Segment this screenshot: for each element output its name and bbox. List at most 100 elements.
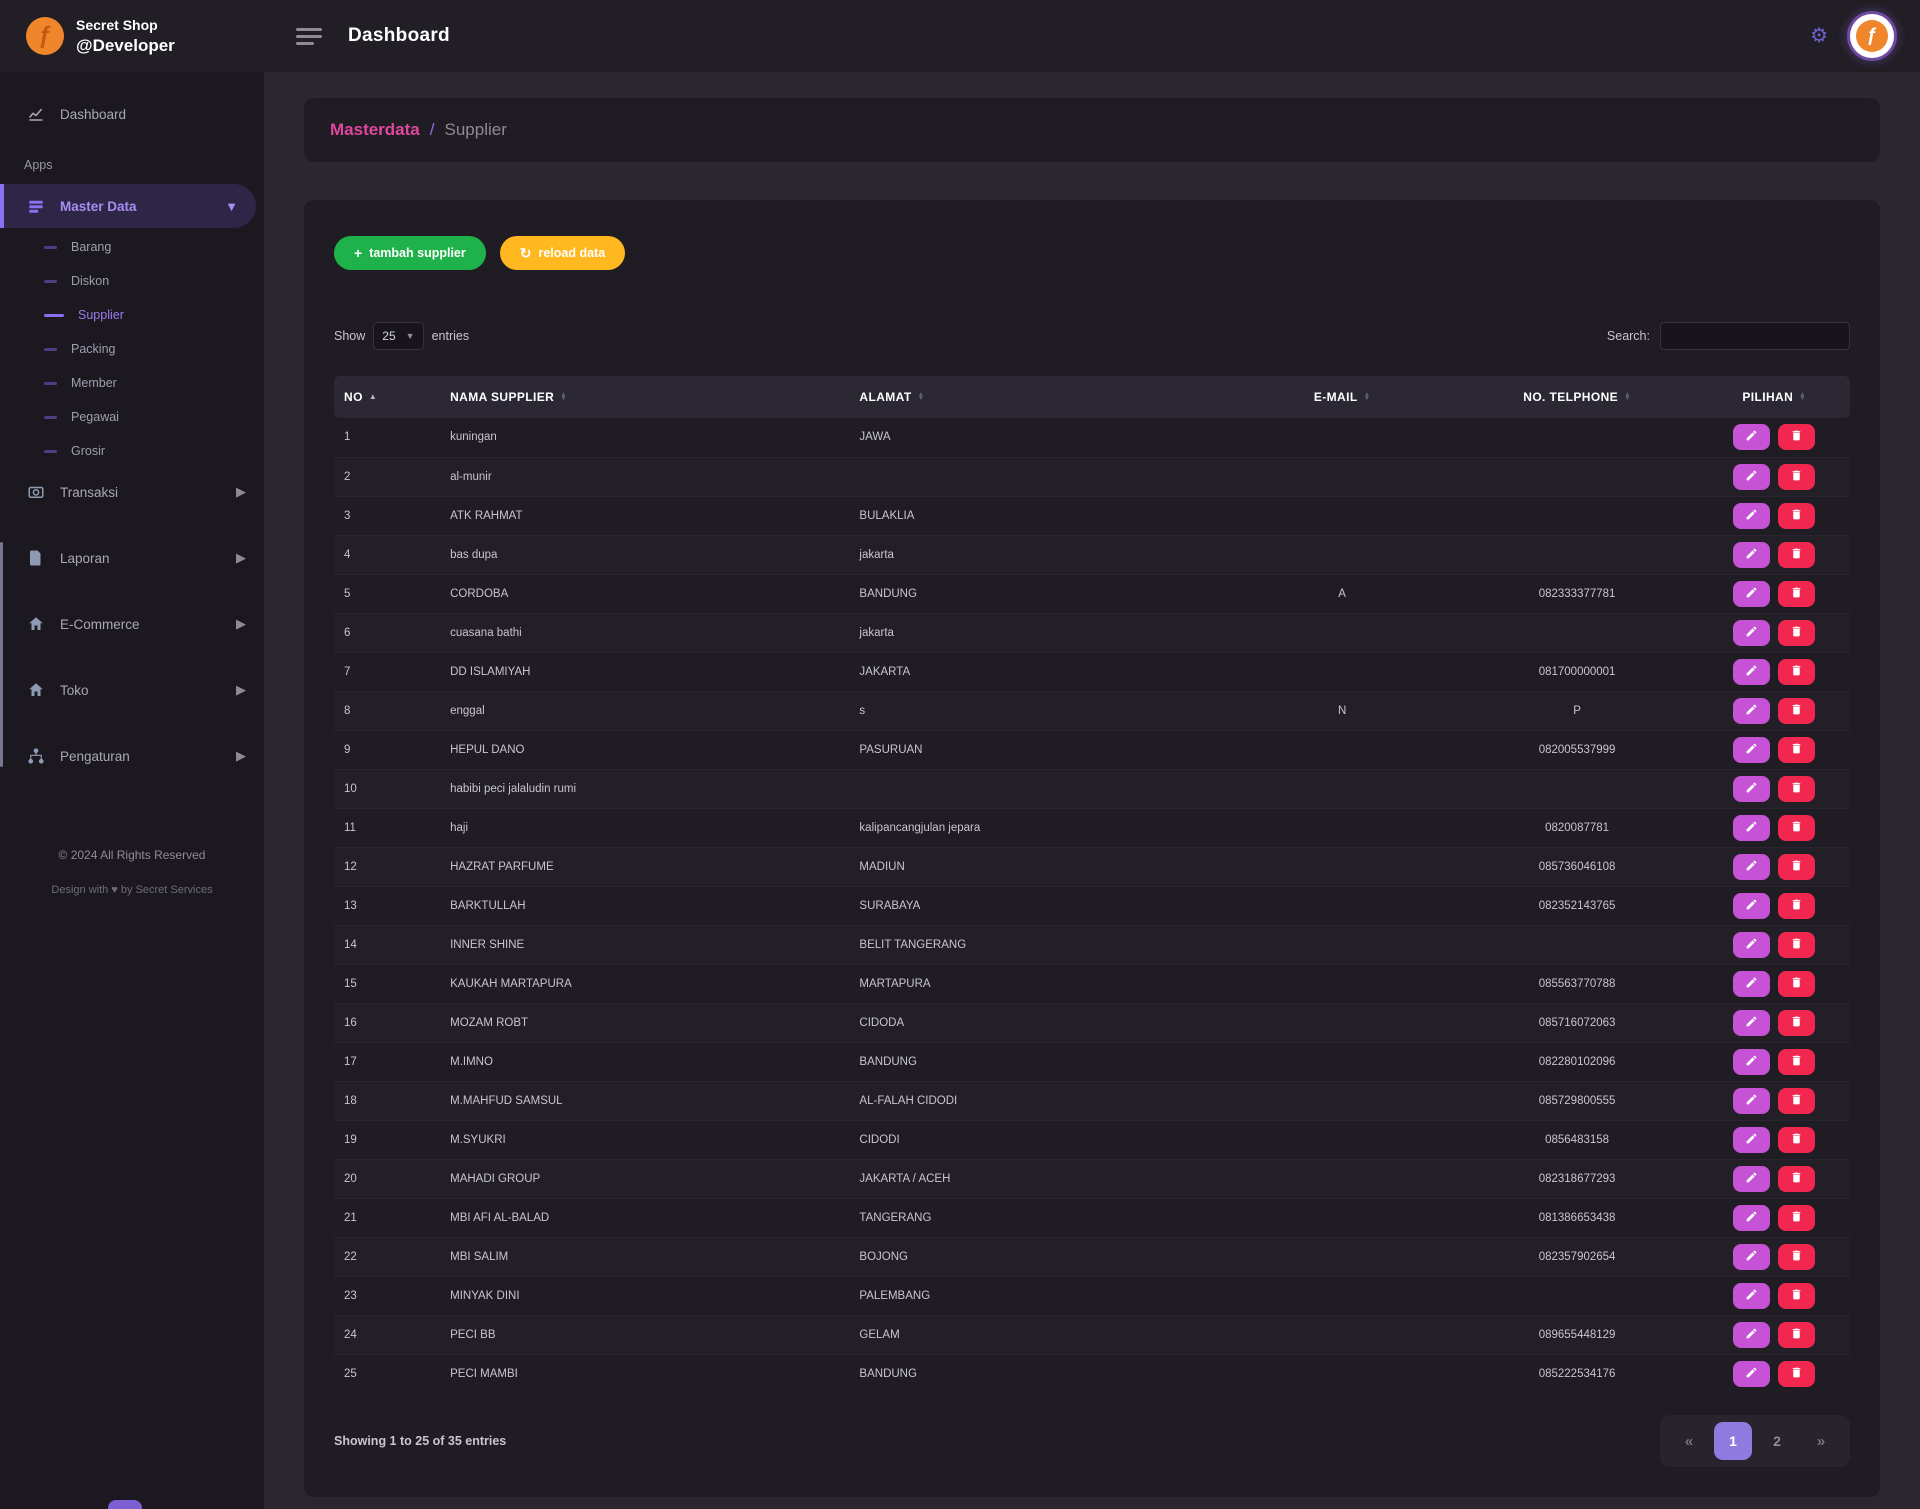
cell-telp: 082318677293 (1456, 1159, 1699, 1198)
brand: ƒ Secret Shop @Developer (0, 0, 264, 72)
sidebar-subitem-supplier[interactable]: Supplier (0, 298, 264, 332)
delete-button[interactable] (1778, 815, 1815, 841)
edit-button[interactable] (1733, 737, 1770, 763)
edit-button[interactable] (1733, 1283, 1770, 1309)
edit-button[interactable] (1733, 776, 1770, 802)
delete-button[interactable] (1778, 620, 1815, 646)
sidebar-subitem-barang[interactable]: Barang (0, 230, 264, 264)
edit-button[interactable] (1733, 424, 1770, 450)
trash-icon (1790, 898, 1803, 914)
delete-button[interactable] (1778, 1088, 1815, 1114)
delete-button[interactable] (1778, 971, 1815, 997)
delete-button[interactable] (1778, 659, 1815, 685)
column-header-no-telphone[interactable]: NO. TELPHONE▲▼ (1456, 376, 1699, 418)
sidebar-subitem-diskon[interactable]: Diskon (0, 264, 264, 298)
edit-button[interactable] (1733, 698, 1770, 724)
breadcrumb-section[interactable]: Masterdata (330, 120, 420, 140)
trash-icon (1790, 1288, 1803, 1304)
delete-button[interactable] (1778, 1166, 1815, 1192)
edit-button[interactable] (1733, 464, 1770, 490)
edit-button[interactable] (1733, 971, 1770, 997)
sidebar-subitem-member[interactable]: Member (0, 366, 264, 400)
search-input[interactable] (1660, 322, 1850, 350)
edit-button[interactable] (1733, 620, 1770, 646)
delete-button[interactable] (1778, 1361, 1815, 1387)
edit-button[interactable] (1733, 581, 1770, 607)
sort-icon: ▲ (369, 395, 377, 400)
cell-actions (1698, 496, 1850, 535)
pagination-prev-button[interactable]: « (1670, 1422, 1708, 1460)
delete-button[interactable] (1778, 776, 1815, 802)
chevron-right-icon: ▶ (236, 748, 246, 764)
user-avatar[interactable]: ƒ (1850, 14, 1894, 58)
delete-button[interactable] (1778, 1010, 1815, 1036)
cell-nama: KAUKAH MARTAPURA (440, 964, 849, 1003)
reload-data-button[interactable]: ↻ reload data (500, 236, 625, 270)
delete-button[interactable] (1778, 698, 1815, 724)
delete-button[interactable] (1778, 932, 1815, 958)
delete-button[interactable] (1778, 1322, 1815, 1348)
column-header-alamat[interactable]: ALAMAT▲▼ (849, 376, 1228, 418)
delete-button[interactable] (1778, 503, 1815, 529)
sidebar-item-dashboard[interactable]: Dashboard (0, 92, 264, 136)
settings-gear-icon[interactable]: ⚙ (1810, 26, 1828, 46)
column-header-no[interactable]: NO▲ (334, 376, 440, 418)
cell-email (1228, 1159, 1455, 1198)
pagination-page-2[interactable]: 2 (1758, 1422, 1796, 1460)
edit-button[interactable] (1733, 1244, 1770, 1270)
edit-button[interactable] (1733, 932, 1770, 958)
cell-no: 10 (334, 769, 440, 808)
sidebar-subitem-pegawai[interactable]: Pegawai (0, 400, 264, 434)
delete-button[interactable] (1778, 893, 1815, 919)
delete-button[interactable] (1778, 1244, 1815, 1270)
column-header-e-mail[interactable]: E-MAIL▲▼ (1228, 376, 1455, 418)
cell-actions (1698, 1042, 1850, 1081)
edit-button[interactable] (1733, 815, 1770, 841)
pagination-next-button[interactable]: » (1802, 1422, 1840, 1460)
edit-button[interactable] (1733, 1361, 1770, 1387)
edit-button[interactable] (1733, 1322, 1770, 1348)
sidebar-subitem-label: Member (71, 376, 117, 390)
list-icon (26, 196, 46, 216)
cell-nama: MBI AFI AL-BALAD (440, 1198, 849, 1237)
edit-button[interactable] (1733, 1010, 1770, 1036)
column-header-pilihan[interactable]: PILIHAN▲▼ (1698, 376, 1850, 418)
sidebar-subitem-packing[interactable]: Packing (0, 332, 264, 366)
edit-button[interactable] (1733, 659, 1770, 685)
edit-button[interactable] (1733, 1049, 1770, 1075)
delete-button[interactable] (1778, 464, 1815, 490)
delete-button[interactable] (1778, 737, 1815, 763)
table-row: 16MOZAM ROBTCIDODA085716072063 (334, 1003, 1850, 1042)
edit-button[interactable] (1733, 503, 1770, 529)
delete-button[interactable] (1778, 542, 1815, 568)
delete-button[interactable] (1778, 424, 1815, 450)
delete-button[interactable] (1778, 1127, 1815, 1153)
sidebar-item-master-data[interactable]: Master Data▼ (0, 184, 256, 228)
edit-button[interactable] (1733, 1127, 1770, 1153)
add-supplier-button[interactable]: + tambah supplier (334, 236, 486, 270)
hamburger-menu-icon[interactable] (296, 28, 322, 45)
page-size-select[interactable]: 25 ▼ (373, 322, 423, 350)
pagination-page-1[interactable]: 1 (1714, 1422, 1752, 1460)
cell-email (1228, 1276, 1455, 1315)
delete-button[interactable] (1778, 1283, 1815, 1309)
trash-icon (1790, 1327, 1803, 1343)
delete-button[interactable] (1778, 1205, 1815, 1231)
sidebar-item-transaksi[interactable]: Transaksi▶ (0, 470, 264, 514)
edit-button[interactable] (1733, 542, 1770, 568)
delete-button[interactable] (1778, 581, 1815, 607)
edit-button[interactable] (1733, 854, 1770, 880)
sidebar-item-laporan[interactable]: Laporan▶ (0, 536, 264, 580)
sidebar-subitem-grosir[interactable]: Grosir (0, 434, 264, 468)
edit-button[interactable] (1733, 1205, 1770, 1231)
column-header-nama-supplier[interactable]: NAMA SUPPLIER▲▼ (440, 376, 849, 418)
edit-button[interactable] (1733, 893, 1770, 919)
sidebar-item-pengaturan[interactable]: Pengaturan▶ (0, 734, 264, 778)
cell-no: 12 (334, 847, 440, 886)
delete-button[interactable] (1778, 1049, 1815, 1075)
edit-button[interactable] (1733, 1088, 1770, 1114)
edit-button[interactable] (1733, 1166, 1770, 1192)
sidebar-item-e-commerce[interactable]: E-Commerce▶ (0, 602, 264, 646)
delete-button[interactable] (1778, 854, 1815, 880)
sidebar-item-toko[interactable]: Toko▶ (0, 668, 264, 712)
